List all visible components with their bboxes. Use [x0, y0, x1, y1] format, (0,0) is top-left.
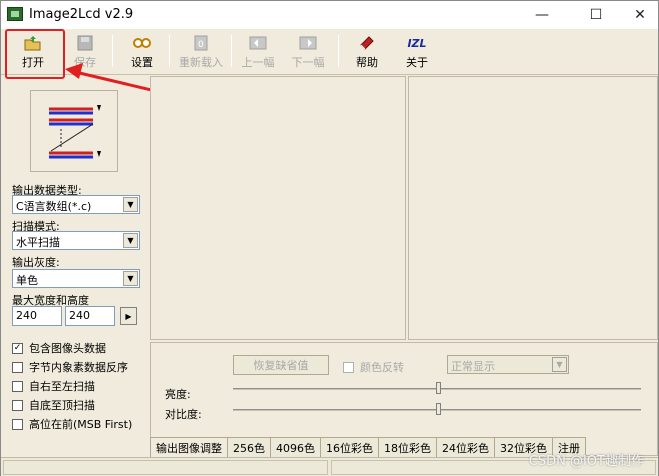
minimize-button[interactable]: —	[519, 1, 565, 29]
title-bar: Image2Lcd v2.9 — ☐ ✕	[1, 1, 658, 29]
gray-level-label: 输出灰度:	[12, 256, 60, 269]
scan-direction-icon	[49, 105, 101, 159]
app-window: Image2Lcd v2.9 — ☐ ✕ 打开 保存 设置 0 重新载入 上一幅…	[0, 0, 659, 476]
chevron-down-icon[interactable]: ▼	[123, 233, 138, 248]
contrast-slider-thumb[interactable]	[436, 403, 441, 415]
contrast-slider[interactable]	[233, 403, 641, 415]
contrast-label: 对比度:	[165, 408, 202, 421]
restore-defaults-button[interactable]: 恢复缺省值	[233, 355, 329, 375]
close-button[interactable]: ✕	[617, 1, 659, 29]
brightness-slider[interactable]	[233, 382, 641, 394]
toolbar-separator	[169, 35, 170, 67]
brightness-label: 亮度:	[165, 388, 191, 401]
right-to-left-checkbox[interactable]: 自右至左扫描	[12, 378, 95, 394]
include-header-checkbox[interactable]: ✓ 包含图像头数据	[12, 340, 106, 356]
checkbox-box[interactable]	[12, 399, 23, 411]
tab-4096-color[interactable]: 4096色	[270, 437, 321, 457]
toolbar-separator	[112, 35, 113, 67]
gray-level-select[interactable]: 单色 ▼	[12, 269, 140, 288]
save-disk-icon	[76, 35, 94, 51]
prev-image-button[interactable]: 上一幅	[237, 33, 279, 71]
max-height-input[interactable]: 240	[65, 306, 115, 326]
next-image-button[interactable]: 下一幅	[287, 33, 329, 71]
scan-mode-select[interactable]: 水平扫描 ▼	[12, 231, 140, 250]
settings-button[interactable]: 设置	[122, 33, 162, 71]
reload-button[interactable]: 0 重新载入	[175, 33, 227, 71]
tab-16bit-color[interactable]: 16位彩色	[320, 437, 379, 457]
glasses-icon	[133, 35, 151, 51]
spin-right-icon[interactable]: ▶	[120, 307, 137, 325]
tab-256-color[interactable]: 256色	[227, 437, 271, 457]
svg-text:0: 0	[198, 40, 204, 50]
toolbar: 打开 保存 设置 0 重新载入 上一幅 下一幅 帮助 IZL 关于	[1, 29, 658, 75]
display-mode-select[interactable]: 正常显示 ▼	[447, 355, 569, 374]
source-image-view[interactable]	[150, 76, 406, 340]
app-icon	[7, 7, 23, 21]
invert-color-checkbox[interactable]: 颜色反转	[343, 359, 404, 375]
toolbar-separator	[231, 35, 232, 67]
checkbox-box[interactable]: ✓	[12, 342, 23, 354]
window-title: Image2Lcd v2.9	[29, 7, 134, 22]
checkbox-box[interactable]	[12, 418, 23, 430]
chevron-down-icon[interactable]: ▼	[123, 271, 138, 286]
tab-strip: 输出图像调整 256色 4096色 16位彩色 18位彩色 24位彩色 32位彩…	[150, 437, 586, 457]
arrow-right-icon	[299, 35, 317, 51]
help-book-icon	[358, 35, 376, 51]
tab-output-adjust[interactable]: 输出图像调整	[150, 437, 228, 457]
checkbox-box[interactable]	[12, 361, 23, 373]
reverse-bits-checkbox[interactable]: 字节内象素数据反序	[12, 359, 128, 375]
tab-18bit-color[interactable]: 18位彩色	[378, 437, 437, 457]
toolbar-separator	[338, 35, 339, 67]
max-width-input[interactable]: 240	[12, 306, 62, 326]
status-cell	[3, 460, 328, 475]
brightness-slider-thumb[interactable]	[436, 382, 441, 394]
help-button[interactable]: 帮助	[347, 33, 387, 71]
output-type-select[interactable]: C语言数组(*.c) ▼	[12, 195, 140, 214]
bottom-to-top-checkbox[interactable]: 自底至顶扫描	[12, 397, 95, 413]
tab-24bit-color[interactable]: 24位彩色	[436, 437, 495, 457]
maximize-button[interactable]: ☐	[573, 1, 619, 29]
watermark-text: CSDN @IOT趣制作	[528, 454, 644, 469]
chevron-down-icon[interactable]: ▼	[552, 357, 567, 372]
save-button[interactable]: 保存	[65, 33, 105, 71]
scan-mode-preview	[30, 90, 118, 172]
output-image-view[interactable]	[408, 76, 658, 340]
reload-icon: 0	[192, 35, 210, 51]
chevron-down-icon[interactable]: ▼	[123, 197, 138, 212]
checkbox-box[interactable]	[343, 361, 354, 373]
about-logo-icon: IZL	[407, 36, 427, 50]
checkbox-box[interactable]	[12, 380, 23, 392]
arrow-left-icon	[249, 35, 267, 51]
about-button[interactable]: IZL 关于	[397, 33, 437, 71]
open-button-highlight	[5, 29, 65, 79]
options-panel: 输出数据类型: C语言数组(*.c) ▼ 扫描模式: 水平扫描 ▼ 输出灰度: …	[1, 76, 149, 456]
msb-first-checkbox[interactable]: 高位在前(MSB First)	[12, 416, 132, 432]
